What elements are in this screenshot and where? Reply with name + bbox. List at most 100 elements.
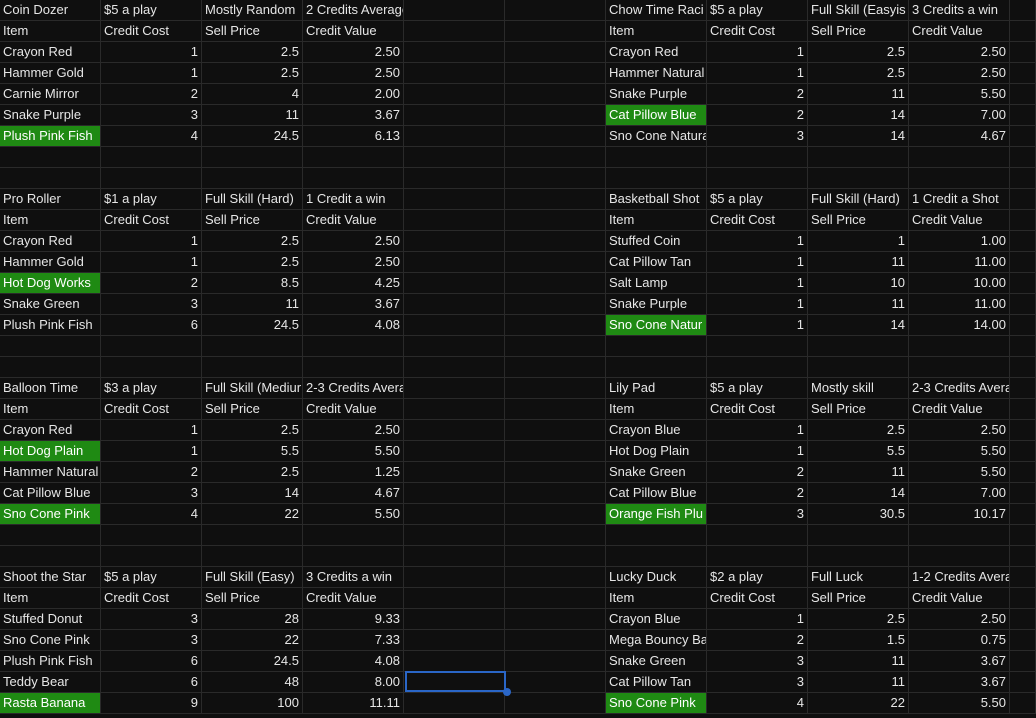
cell-r21-c9[interactable]: 2.5 <box>808 420 909 441</box>
cell-r20-c8[interactable]: Credit Cost <box>707 399 808 420</box>
cell-r16-c8[interactable]: 1 <box>707 315 808 336</box>
cell-r22-c4[interactable]: 5.50 <box>303 441 404 462</box>
cell-r18-c1[interactable] <box>0 357 101 378</box>
cell-r10-c9[interactable]: Full Skill (Hard) <box>808 189 909 210</box>
cell-r1-c10[interactable]: 3 Credits a win <box>909 0 1010 21</box>
cell-r12-c9[interactable]: 1 <box>808 231 909 252</box>
cell-r4-c9[interactable]: 2.5 <box>808 63 909 84</box>
cell-r12-c5[interactable] <box>404 231 505 252</box>
cell-r23-c9[interactable]: 11 <box>808 462 909 483</box>
cell-r26-c2[interactable] <box>101 525 202 546</box>
cell-r15-c7[interactable]: Snake Purple <box>606 294 707 315</box>
cell-r21-c10[interactable]: 2.50 <box>909 420 1010 441</box>
cell-r11-c9[interactable]: Sell Price <box>808 210 909 231</box>
cell-r17-c10[interactable] <box>909 336 1010 357</box>
cell-r21-c8[interactable]: 1 <box>707 420 808 441</box>
cell-r4-c11[interactable] <box>1010 63 1036 84</box>
cell-r2-c10[interactable]: Credit Value <box>909 21 1010 42</box>
cell-r30-c9[interactable]: 2.5 <box>808 609 909 630</box>
cell-r18-c4[interactable] <box>303 357 404 378</box>
cell-r27-c9[interactable] <box>808 546 909 567</box>
cell-r19-c7[interactable]: Lily Pad <box>606 378 707 399</box>
cell-r23-c10[interactable]: 5.50 <box>909 462 1010 483</box>
cell-r29-c7[interactable]: Item <box>606 588 707 609</box>
cell-r17-c7[interactable] <box>606 336 707 357</box>
cell-r10-c5[interactable] <box>404 189 505 210</box>
cell-r24-c9[interactable]: 14 <box>808 483 909 504</box>
cell-r7-c2[interactable]: 4 <box>101 126 202 147</box>
cell-r8-c8[interactable] <box>707 147 808 168</box>
cell-r19-c3[interactable]: Full Skill (Mediur <box>202 378 303 399</box>
cell-r19-c10[interactable]: 2-3 Credits Average <box>909 378 1010 399</box>
cell-r6-c2[interactable]: 3 <box>101 105 202 126</box>
cell-r16-c6[interactable] <box>505 315 606 336</box>
cell-r30-c8[interactable]: 1 <box>707 609 808 630</box>
cell-r30-c2[interactable]: 3 <box>101 609 202 630</box>
cell-r34-c5[interactable] <box>404 693 505 714</box>
cell-r20-c1[interactable]: Item <box>0 399 101 420</box>
cell-r24-c1[interactable]: Cat Pillow Blue <box>0 483 101 504</box>
cell-r21-c2[interactable]: 1 <box>101 420 202 441</box>
cell-r34-c10[interactable]: 5.50 <box>909 693 1010 714</box>
cell-r23-c6[interactable] <box>505 462 606 483</box>
cell-r28-c3[interactable]: Full Skill (Easy) <box>202 567 303 588</box>
cell-r7-c7[interactable]: Sno Cone Natura <box>606 126 707 147</box>
cell-r10-c3[interactable]: Full Skill (Hard) <box>202 189 303 210</box>
cell-r33-c9[interactable]: 11 <box>808 672 909 693</box>
cell-r15-c3[interactable]: 11 <box>202 294 303 315</box>
cell-r14-c2[interactable]: 2 <box>101 273 202 294</box>
cell-r33-c5[interactable] <box>404 672 505 693</box>
cell-r13-c5[interactable] <box>404 252 505 273</box>
cell-r8-c5[interactable] <box>404 147 505 168</box>
cell-r21-c3[interactable]: 2.5 <box>202 420 303 441</box>
cell-r29-c2[interactable]: Credit Cost <box>101 588 202 609</box>
cell-r30-c5[interactable] <box>404 609 505 630</box>
cell-r20-c10[interactable]: Credit Value <box>909 399 1010 420</box>
cell-r21-c4[interactable]: 2.50 <box>303 420 404 441</box>
cell-r10-c1[interactable]: Pro Roller <box>0 189 101 210</box>
cell-r1-c2[interactable]: $5 a play <box>101 0 202 21</box>
cell-r6-c6[interactable] <box>505 105 606 126</box>
cell-r29-c10[interactable]: Credit Value <box>909 588 1010 609</box>
cell-r22-c9[interactable]: 5.5 <box>808 441 909 462</box>
cell-r14-c10[interactable]: 10.00 <box>909 273 1010 294</box>
cell-r19-c4[interactable]: 2-3 Credits Average <box>303 378 404 399</box>
cell-r21-c6[interactable] <box>505 420 606 441</box>
cell-r34-c11[interactable] <box>1010 693 1036 714</box>
cell-r27-c1[interactable] <box>0 546 101 567</box>
cell-r16-c11[interactable] <box>1010 315 1036 336</box>
cell-r6-c1[interactable]: Snake Purple <box>0 105 101 126</box>
cell-r15-c4[interactable]: 3.67 <box>303 294 404 315</box>
cell-r31-c6[interactable] <box>505 630 606 651</box>
cell-r28-c1[interactable]: Shoot the Star <box>0 567 101 588</box>
cell-r3-c2[interactable]: 1 <box>101 42 202 63</box>
cell-r14-c8[interactable]: 1 <box>707 273 808 294</box>
cell-r26-c11[interactable] <box>1010 525 1036 546</box>
cell-r29-c1[interactable]: Item <box>0 588 101 609</box>
cell-r5-c6[interactable] <box>505 84 606 105</box>
cell-r31-c1[interactable]: Sno Cone Pink <box>0 630 101 651</box>
cell-r11-c2[interactable]: Credit Cost <box>101 210 202 231</box>
cell-r32-c3[interactable]: 24.5 <box>202 651 303 672</box>
cell-r29-c4[interactable]: Credit Value <box>303 588 404 609</box>
cell-r32-c5[interactable] <box>404 651 505 672</box>
cell-r4-c2[interactable]: 1 <box>101 63 202 84</box>
cell-r22-c1[interactable]: Hot Dog Plain <box>0 441 101 462</box>
cell-r13-c7[interactable]: Cat Pillow Tan <box>606 252 707 273</box>
cell-r2-c8[interactable]: Credit Cost <box>707 21 808 42</box>
cell-r22-c6[interactable] <box>505 441 606 462</box>
cell-r4-c3[interactable]: 2.5 <box>202 63 303 84</box>
cell-r6-c10[interactable]: 7.00 <box>909 105 1010 126</box>
cell-r20-c3[interactable]: Sell Price <box>202 399 303 420</box>
cell-r12-c8[interactable]: 1 <box>707 231 808 252</box>
cell-r28-c9[interactable]: Full Luck <box>808 567 909 588</box>
cell-r2-c9[interactable]: Sell Price <box>808 21 909 42</box>
cell-r12-c6[interactable] <box>505 231 606 252</box>
cell-r15-c6[interactable] <box>505 294 606 315</box>
cell-r4-c4[interactable]: 2.50 <box>303 63 404 84</box>
cell-r23-c11[interactable] <box>1010 462 1036 483</box>
cell-r2-c7[interactable]: Item <box>606 21 707 42</box>
cell-r17-c3[interactable] <box>202 336 303 357</box>
cell-r22-c10[interactable]: 5.50 <box>909 441 1010 462</box>
cell-r27-c6[interactable] <box>505 546 606 567</box>
